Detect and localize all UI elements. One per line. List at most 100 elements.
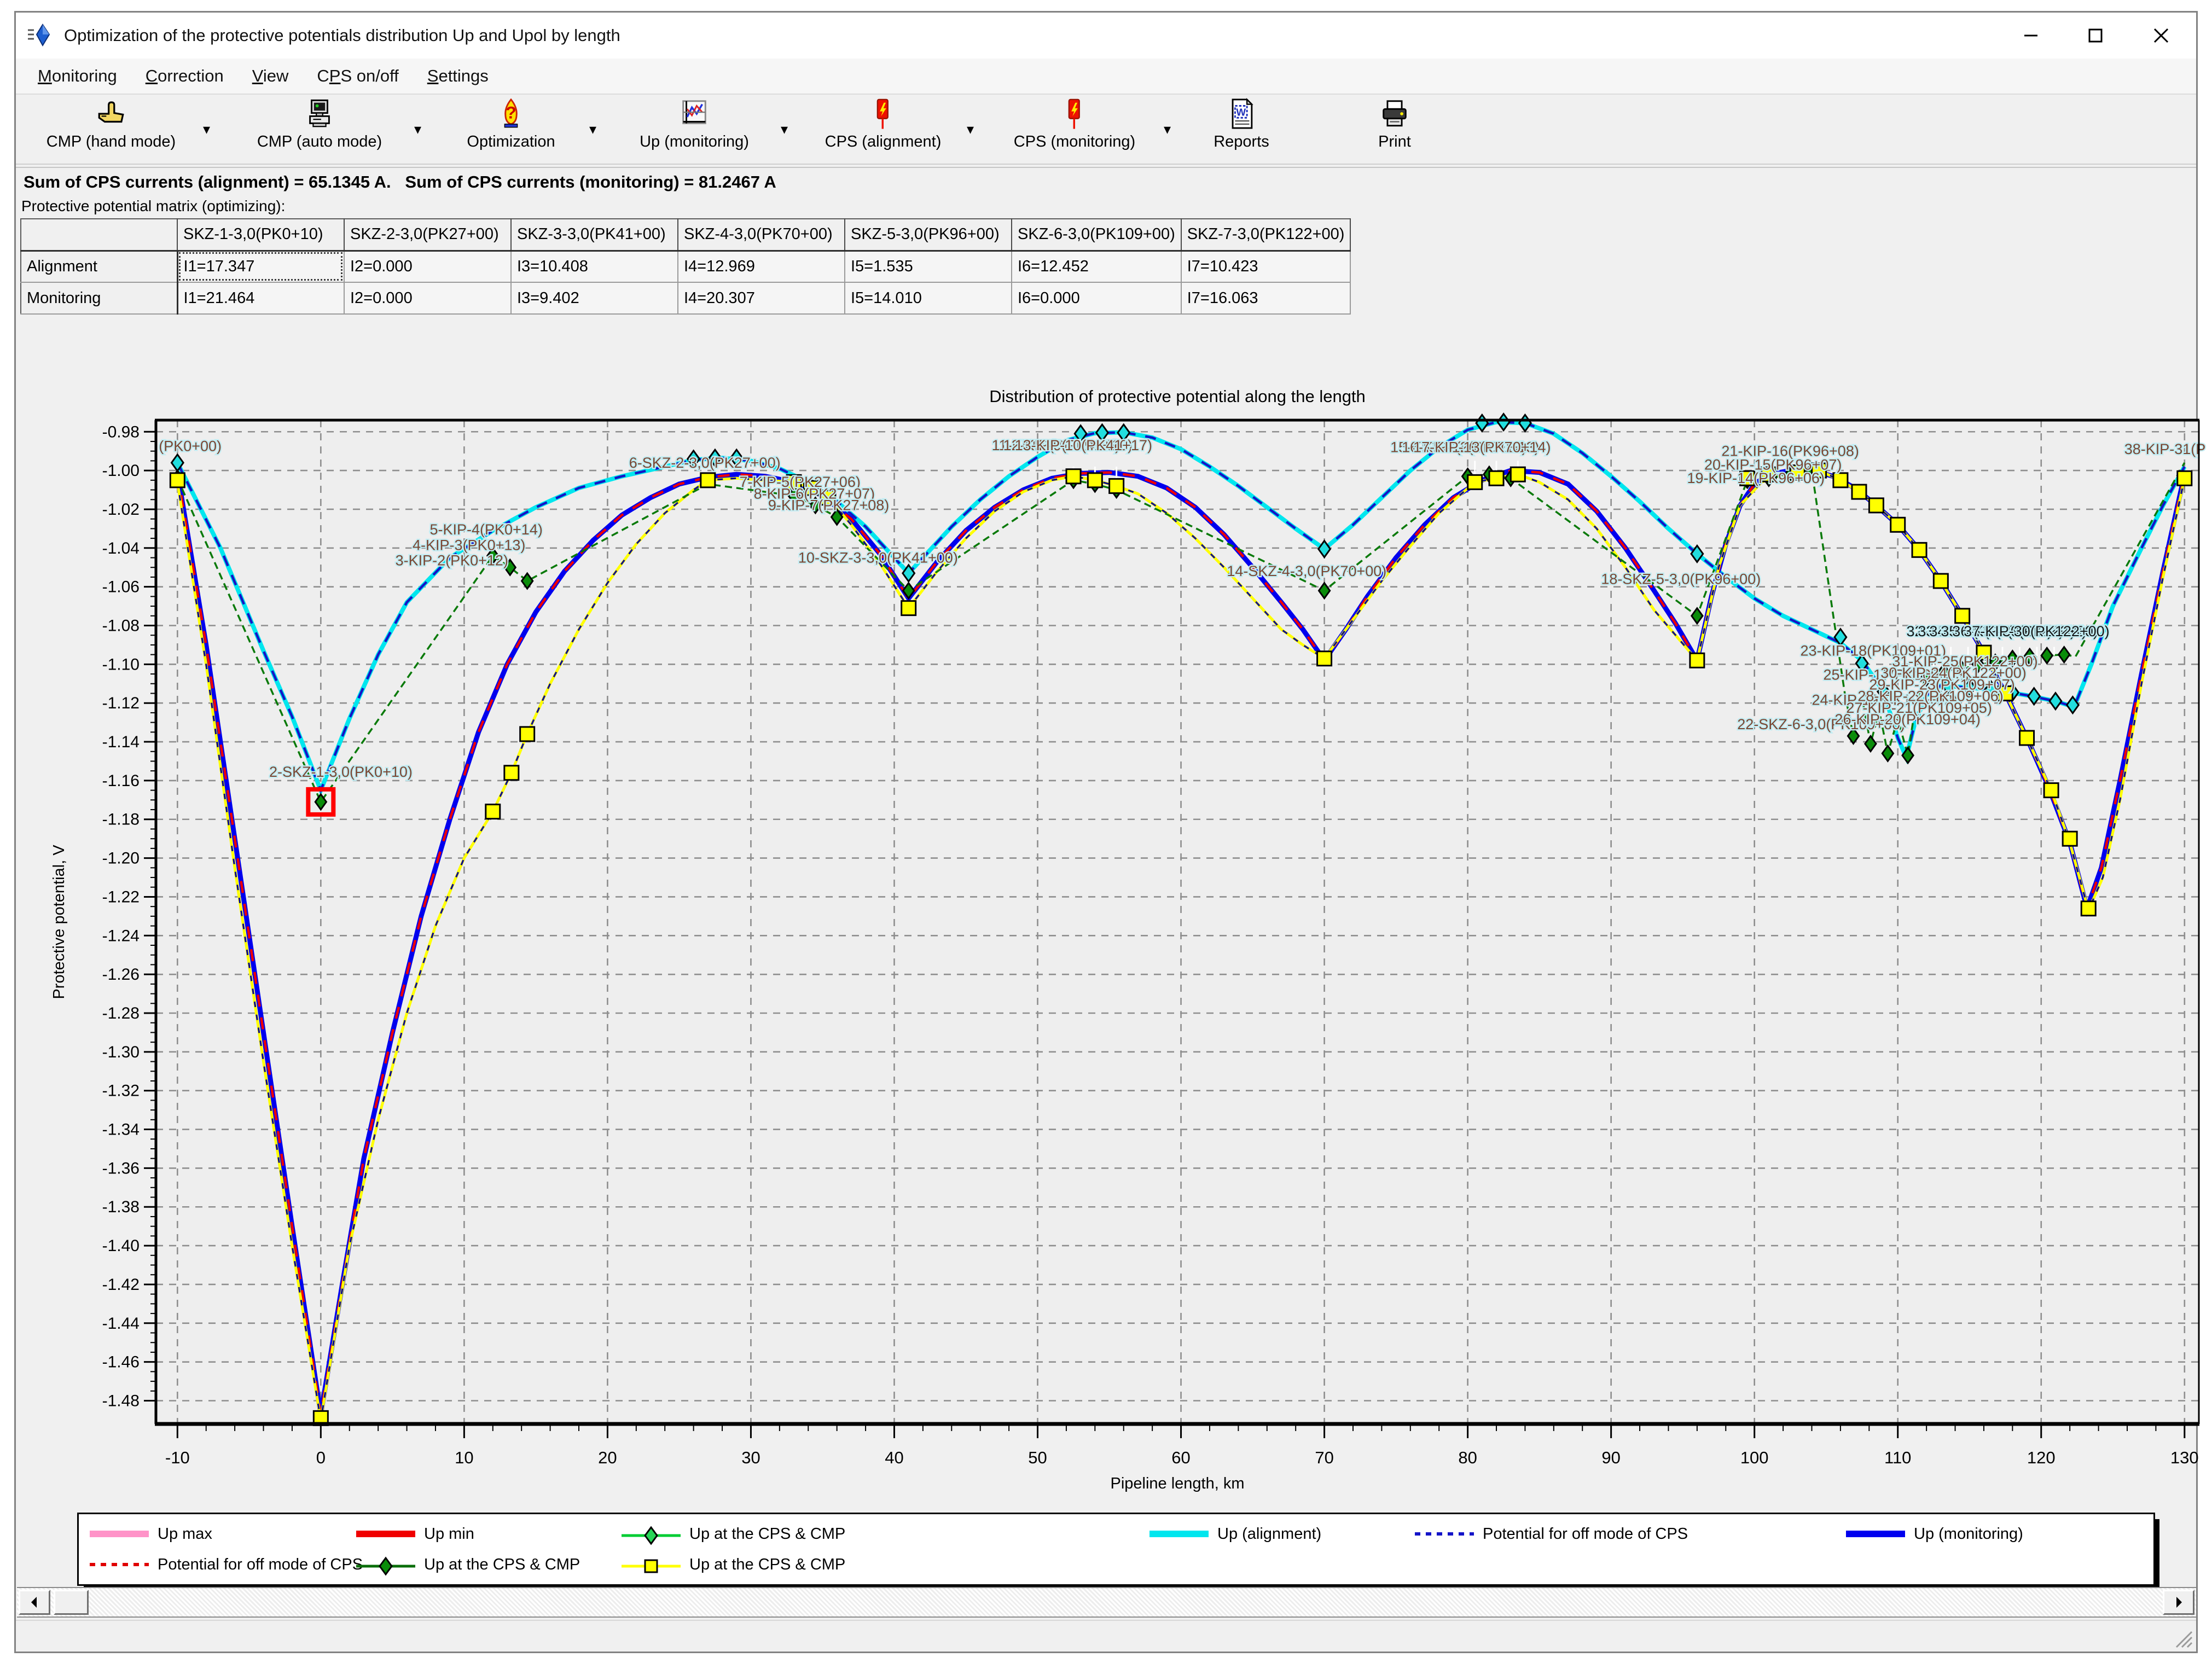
legend-label: Up (monitoring) <box>1914 1525 2023 1543</box>
scroll-right-button[interactable] <box>2163 1590 2194 1615</box>
legend-item-potential-for-off-mode-of-cps: Potential for off mode of CPS <box>89 1554 363 1575</box>
matrix-cell[interactable]: I2=0.000 <box>344 282 511 314</box>
svg-text:-1.06: -1.06 <box>102 578 140 596</box>
svg-text:13-KIP-10(PK41+17): 13-KIP-10(PK41+17) <box>1015 437 1152 453</box>
toolbar-button-label: CMP (hand mode) <box>24 133 199 151</box>
menu-item-cps-on-off[interactable]: CPS on/off <box>303 62 413 90</box>
toolbar-button-label: CPS (alignment) <box>804 133 962 151</box>
legend-swatch-icon <box>620 1525 682 1543</box>
legend-item-up-monitoring-: Up (monitoring) <box>1845 1523 2023 1545</box>
matrix-cell[interactable]: I7=10.423 <box>1181 251 1351 282</box>
svg-text:?: ? <box>506 103 516 123</box>
toolbar-button-label: Print <box>1351 133 1438 151</box>
toolbar-button-reports[interactable]: WReports <box>1192 98 1291 161</box>
app-window: Optimization of the protective potential… <box>14 11 2198 1653</box>
matrix-cell[interactable]: I4=12.969 <box>678 251 845 282</box>
svg-text:-1.14: -1.14 <box>102 733 140 751</box>
optimization-icon: ? <box>437 98 585 132</box>
svg-text:-1.44: -1.44 <box>102 1315 140 1333</box>
legend-item-potential-for-off-mode-of-cps: Potential for off mode of CPS <box>1414 1523 1688 1545</box>
matrix-cell[interactable]: I6=0.000 <box>1012 282 1181 314</box>
toolbar-button-cps-monitoring-[interactable]: CPS (monitoring) <box>990 98 1159 161</box>
svg-text:9-KIP-7(PK27+08): 9-KIP-7(PK27+08) <box>768 497 889 514</box>
dropdown-arrow-icon[interactable]: ▾ <box>967 121 974 138</box>
svg-text:-1.36: -1.36 <box>102 1159 140 1177</box>
scroll-left-button[interactable] <box>19 1590 50 1615</box>
toolbar-button-cmp-hand-mode-[interactable]: CMP (hand mode) <box>24 98 199 161</box>
matrix-cell[interactable]: I1=17.347 <box>177 251 344 282</box>
svg-text:20: 20 <box>598 1448 617 1467</box>
dropdown-arrow-icon[interactable]: ▾ <box>414 121 421 138</box>
toolbar-button-cps-alignment-[interactable]: CPS (alignment) <box>804 98 962 161</box>
matrix-cell[interactable]: I4=20.307 <box>678 282 845 314</box>
svg-text:-0.98: -0.98 <box>102 423 140 441</box>
toolbar-button-optimization[interactable]: ? Optimization <box>437 98 585 161</box>
legend-swatch-icon <box>355 1525 416 1543</box>
toolbar-button-label: Up (monitoring) <box>612 133 776 151</box>
menu-item-correction[interactable]: Correction <box>131 62 238 90</box>
legend-label: Up at the CPS & CMP <box>689 1525 845 1543</box>
svg-text:37-KIP-30(PK122+00): 37-KIP-30(PK122+00) <box>1964 623 2109 639</box>
close-button[interactable] <box>2130 13 2192 59</box>
legend-label: Potential for off mode of CPS <box>158 1556 363 1574</box>
matrix-column-header: SKZ-5-3,0(PK96+00) <box>845 219 1012 251</box>
minimize-icon <box>2022 26 2040 45</box>
toolbar-button-label: Optimization <box>437 133 585 151</box>
window-title: Optimization of the protective potential… <box>64 26 620 45</box>
svg-text:4-KIP-3(PK0+13): 4-KIP-3(PK0+13) <box>413 537 525 553</box>
legend-swatch-icon <box>355 1555 416 1574</box>
dropdown-arrow-icon[interactable]: ▾ <box>203 121 210 138</box>
matrix-cell[interactable]: I7=16.063 <box>1181 282 1351 314</box>
word-doc-icon: W <box>1192 98 1291 132</box>
chart-svg: (PK0+00)2-SKZ-1-3,0(PK0+10)3-KIP-2(PK0+1… <box>32 333 2212 1509</box>
matrix-cell[interactable]: I2=0.000 <box>344 251 511 282</box>
legend-item-up-at-the-cps-cmp: Up at the CPS & CMP <box>355 1554 580 1575</box>
matrix-cell[interactable]: I6=12.452 <box>1012 251 1181 282</box>
arrow-left-icon <box>29 1596 40 1609</box>
dropdown-arrow-icon[interactable]: ▾ <box>1164 121 1171 138</box>
svg-text:-1.46: -1.46 <box>102 1353 140 1371</box>
toolbar-button-print[interactable]: Print <box>1351 98 1438 161</box>
svg-text:-1.02: -1.02 <box>102 501 140 519</box>
svg-text:-1.34: -1.34 <box>102 1121 140 1139</box>
menu-item-monitoring[interactable]: Monitoring <box>24 62 131 90</box>
legend-swatch-icon <box>89 1525 150 1543</box>
matrix-cell[interactable]: I5=14.010 <box>845 282 1012 314</box>
maximize-icon <box>2086 26 2105 45</box>
menu-item-settings[interactable]: Settings <box>413 62 503 90</box>
matrix-column-header: SKZ-6-3,0(PK109+00) <box>1012 219 1181 251</box>
menu-item-view[interactable]: View <box>238 62 303 90</box>
minimize-button[interactable] <box>2000 13 2062 59</box>
matrix-column-header: SKZ-7-3,0(PK122+00) <box>1181 219 1351 251</box>
printer-icon <box>1351 98 1438 132</box>
hand-icon <box>24 98 199 132</box>
protective-potential-matrix[interactable]: SKZ-1-3,0(PK0+10)SKZ-2-3,0(PK27+00)SKZ-3… <box>20 218 1351 315</box>
svg-text:90: 90 <box>1601 1448 1620 1467</box>
matrix-row-label: Monitoring <box>21 282 177 314</box>
potential-distribution-chart[interactable]: (PK0+00)2-SKZ-1-3,0(PK0+10)3-KIP-2(PK0+1… <box>32 333 2212 1509</box>
svg-text:120: 120 <box>2027 1448 2056 1467</box>
matrix-cell[interactable]: I3=9.402 <box>511 282 678 314</box>
flag-icon <box>990 98 1159 132</box>
dropdown-arrow-icon[interactable]: ▾ <box>781 121 788 138</box>
horizontal-scrollbar[interactable] <box>17 1587 2196 1618</box>
matrix-column-header: SKZ-1-3,0(PK0+10) <box>177 219 344 251</box>
legend-item-up-at-the-cps-cmp: Up at the CPS & CMP <box>620 1523 845 1545</box>
legend-item-up-min: Up min <box>355 1523 474 1545</box>
toolbar-button-cmp-auto-mode-[interactable]: CMP (auto mode) <box>229 98 410 161</box>
resize-grip-icon[interactable] <box>2171 1626 2193 1648</box>
matrix-cell[interactable]: I3=10.408 <box>511 251 678 282</box>
scrollbar-thumb[interactable] <box>54 1590 89 1615</box>
matrix-row-label: Alignment <box>21 251 177 282</box>
svg-text:-1.48: -1.48 <box>102 1392 140 1410</box>
svg-text:40: 40 <box>885 1448 903 1467</box>
svg-text:80: 80 <box>1458 1448 1477 1467</box>
maximize-button[interactable] <box>2065 13 2126 59</box>
toolbar-button-up-monitoring-[interactable]: Up (monitoring) <box>612 98 776 161</box>
matrix-cell[interactable]: I1=21.464 <box>177 282 344 314</box>
legend-swatch-icon <box>89 1555 150 1574</box>
svg-text:-1.10: -1.10 <box>102 655 140 673</box>
matrix-cell[interactable]: I5=1.535 <box>845 251 1012 282</box>
dropdown-arrow-icon[interactable]: ▾ <box>589 121 596 138</box>
svg-text:-1.42: -1.42 <box>102 1276 140 1294</box>
